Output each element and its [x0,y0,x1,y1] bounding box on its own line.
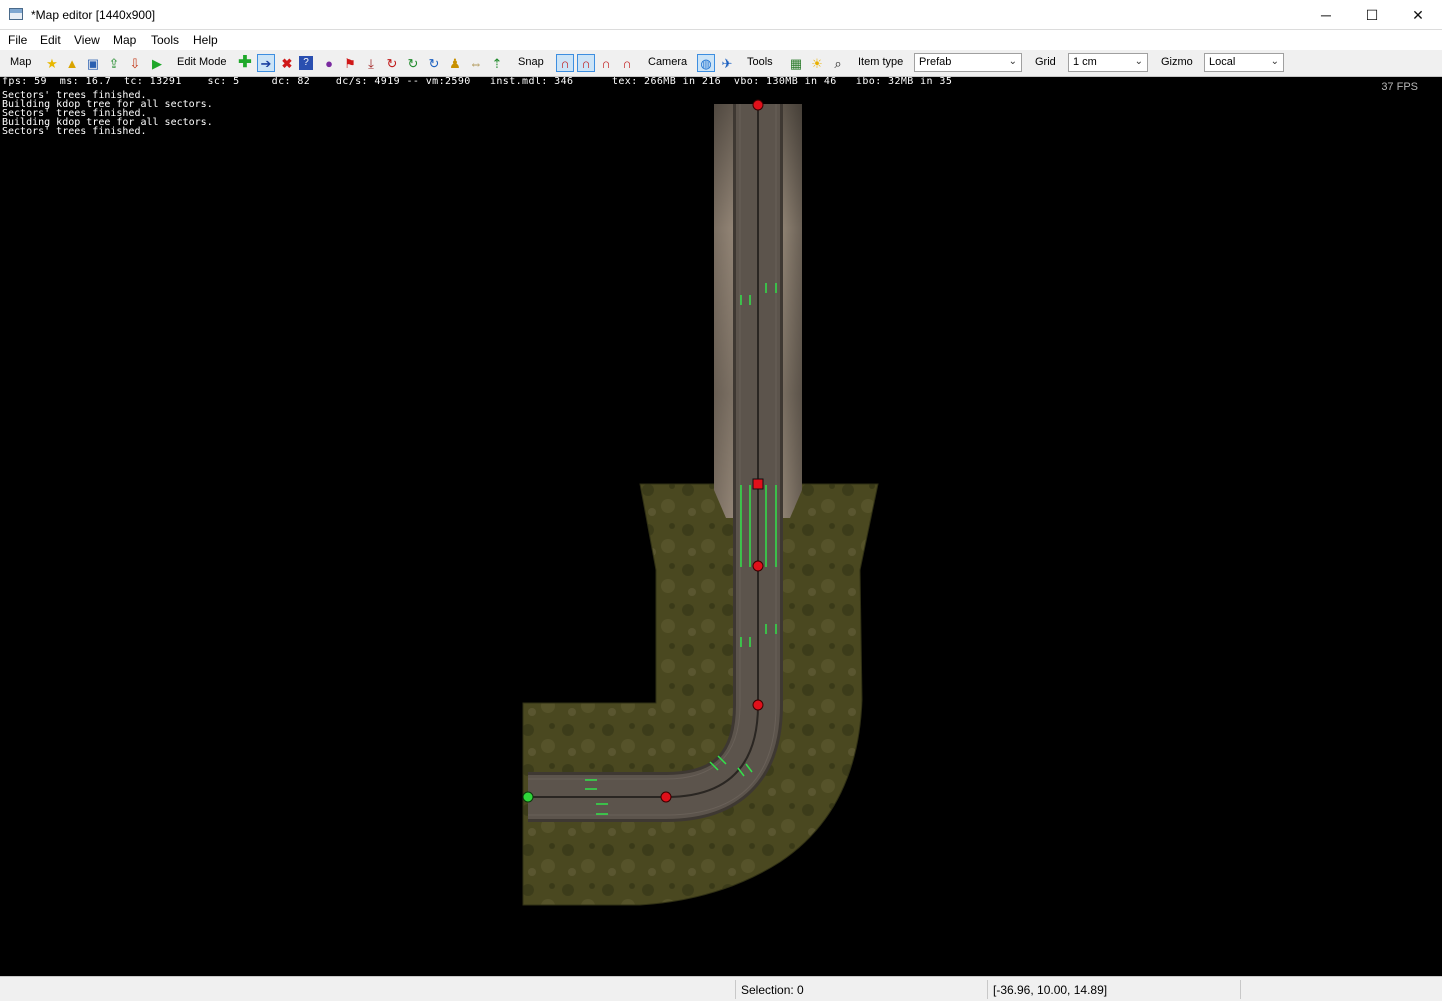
tools-label: Tools [747,56,773,68]
road-endpoint-node[interactable] [522,791,534,803]
menu-file[interactable]: File [8,33,27,47]
globe-icon[interactable]: ◍ [697,54,715,72]
measure-icon[interactable]: ⇔ [467,54,485,72]
menu-bar: File Edit View Map Tools Help [0,30,1442,50]
log-line: Sectors' trees finished. [2,126,147,137]
maximize-button[interactable]: ☐ [1349,0,1395,30]
star-icon[interactable]: ★ [43,54,61,72]
help-query-icon[interactable]: ? [299,56,313,70]
road-node[interactable] [752,699,764,711]
toolbar: Map ★ ▲ ▣ ⇪ ⇩ ▶ Edit Mode ✚ ➔ ✖ ? ● ⚑ ⤓ … [0,50,1442,77]
console-log: Sectors' trees finished. Building kdop t… [2,91,213,137]
grid-select[interactable]: 1 cm ⌄ [1068,53,1148,72]
snap-node-icon[interactable]: ∩ [577,54,595,72]
snap-grid-icon[interactable]: ∩ [597,54,615,72]
road-node[interactable] [660,791,672,803]
scene-canvas[interactable] [0,77,1442,976]
item-type-select[interactable]: Prefab ⌄ [914,53,1022,72]
render-stats: fps: 59 ms: 16.7 tc: 13291 sc: 5 dc: 82 … [2,77,953,87]
camera-bird-icon[interactable]: ✈ [718,54,736,72]
move-arrow-icon[interactable]: ➔ [257,54,275,72]
snap-label: Snap [518,56,544,68]
menu-help[interactable]: Help [193,33,218,47]
road-node-selected[interactable] [752,478,764,490]
item-type-value: Prefab [919,56,952,68]
grid-value: 1 cm [1073,56,1097,68]
play-icon[interactable]: ▶ [148,54,166,72]
status-divider [1240,980,1241,999]
grid-label: Grid [1035,56,1056,68]
rotate-y-icon[interactable]: ↻ [404,54,422,72]
chevron-down-icon: ⌄ [1270,56,1279,67]
road-node[interactable] [752,99,764,111]
open-folder-icon[interactable]: ▲ [63,54,81,72]
search-icon[interactable]: ⌕ [829,54,847,72]
map-viewport[interactable]: fps: 59 ms: 16.7 tc: 13291 sc: 5 dc: 82 … [0,77,1442,976]
status-bar: Selection: 0 [-36.96, 10.00, 14.89] [0,976,1442,1001]
fps-overlay: 37 FPS [1381,81,1418,93]
gizmo-select[interactable]: Local ⌄ [1204,53,1284,72]
align-down-icon[interactable]: ⤓ [362,54,380,72]
rotate-z-icon[interactable]: ↻ [425,54,443,72]
road-node[interactable] [752,560,764,572]
menu-view[interactable]: View [74,33,100,47]
raise-icon[interactable]: ⇡ [488,54,506,72]
grid-tiles-icon[interactable]: ▦ [787,54,805,72]
cursor-coordinates: [-36.96, 10.00, 14.89] [993,983,1108,997]
status-divider [987,980,988,999]
menu-map[interactable]: Map [113,33,136,47]
export-icon[interactable]: ⇪ [105,54,123,72]
camera-label: Camera [648,56,688,68]
terrain-area [522,483,879,906]
snap-surface-icon[interactable]: ∩ [618,54,636,72]
chevron-down-icon: ⌄ [1008,56,1017,67]
edit-mode-label: Edit Mode [177,56,227,68]
menu-tools[interactable]: Tools [151,33,179,47]
snap-magnet-icon[interactable]: ∩ [556,54,574,72]
gizmo-value: Local [1209,56,1236,68]
close-button[interactable]: ✕ [1395,0,1441,30]
info-circle-icon[interactable]: ● [320,54,338,72]
toolbar-map-label: Map [10,56,32,68]
delete-icon[interactable]: ✖ [278,54,296,72]
window-title: *Map editor [1440x900] [31,8,156,22]
stamp-icon[interactable]: ♟ [446,54,464,72]
rotate-x-icon[interactable]: ↻ [383,54,401,72]
minimize-button[interactable]: ─ [1303,0,1349,30]
chevron-down-icon: ⌄ [1134,56,1143,67]
selection-count: Selection: 0 [741,983,804,997]
sun-icon[interactable]: ☀ [808,54,826,72]
gizmo-label: Gizmo [1161,56,1193,68]
item-type-label: Item type [858,56,904,68]
save-icon[interactable]: ▣ [84,54,102,72]
import-icon[interactable]: ⇩ [126,54,144,72]
app-icon [9,8,23,20]
add-icon[interactable]: ✚ [236,54,254,72]
flag-icon[interactable]: ⚑ [341,54,359,72]
title-bar: *Map editor [1440x900] ─ ☐ ✕ [0,0,1442,30]
menu-edit[interactable]: Edit [40,33,61,47]
status-divider [735,980,736,999]
